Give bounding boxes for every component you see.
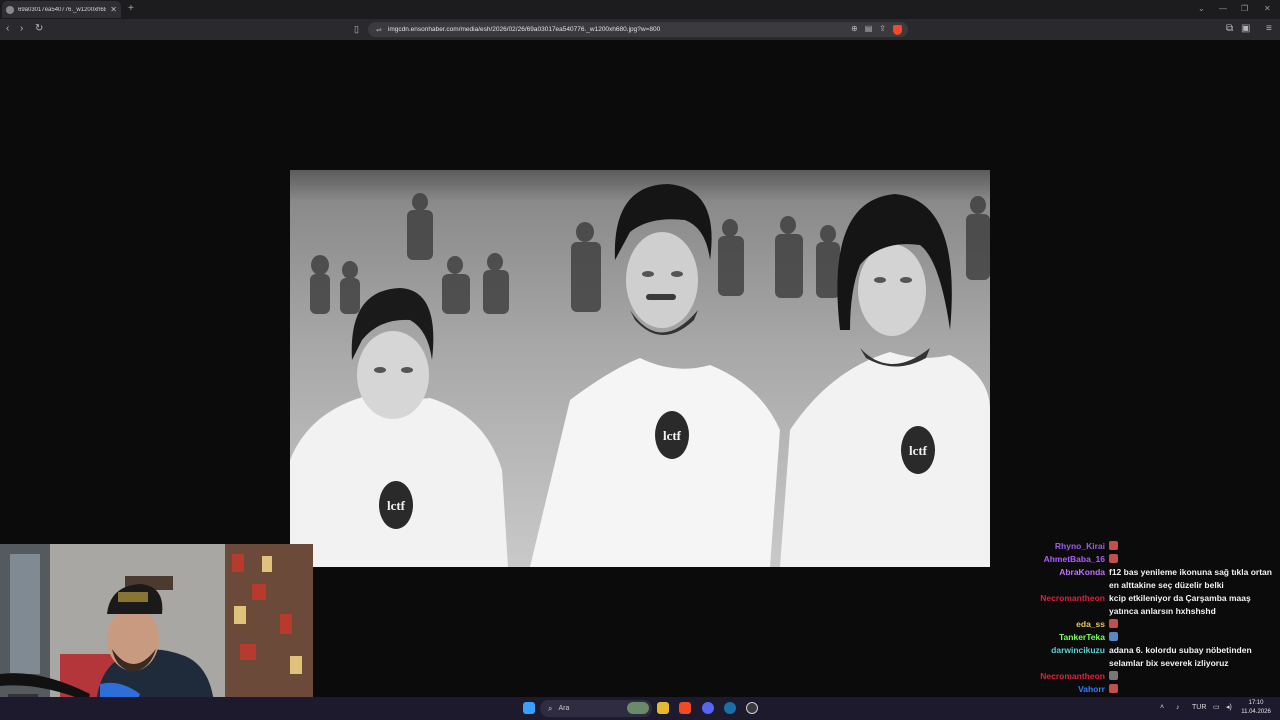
chat-message-body xyxy=(1109,553,1274,566)
chat-message: darwincikuzu adana 6. kolordu subay nöbet… xyxy=(1000,644,1280,670)
browser-toolbar: ‹ › ↻ ▯ ⇌ imgcdn.ensonhaber.com/media/es… xyxy=(0,19,1280,40)
tab-search-chevron-icon[interactable]: ⌄ xyxy=(1198,3,1205,15)
crest-text-right: lctf xyxy=(909,443,928,458)
address-bar-actions: ⊕ ▤ ⇪ xyxy=(851,24,902,35)
webcam-overlay xyxy=(0,544,313,720)
chat-message: Necromantheon xyxy=(1000,670,1280,683)
menu-icon[interactable]: ≡ xyxy=(1266,23,1272,35)
volume-icon[interactable]: ◂) xyxy=(1226,703,1232,712)
chat-emote-icon xyxy=(1109,554,1118,563)
clock-time: 17:10 xyxy=(1248,700,1264,706)
new-tab-icon[interactable]: + xyxy=(128,3,134,15)
clock[interactable]: 17:10 11.04.2026 xyxy=(1238,699,1274,717)
chat-message-body xyxy=(1109,618,1274,631)
search-highlight-icon[interactable] xyxy=(627,702,649,714)
crest-text-left: lctf xyxy=(387,498,406,513)
chat-emote-icon xyxy=(1109,684,1118,693)
extensions-icon[interactable]: ⧉ xyxy=(1226,23,1233,35)
chat-message: eda_ss xyxy=(1000,618,1280,631)
search-placeholder: Ara xyxy=(558,705,570,712)
chat-message-body: f12 bas yenileme ikonuna sağ tıkla ortan… xyxy=(1109,567,1272,590)
chat-message: Necromantheon kcip etkileniyor da Çarşamb… xyxy=(1000,592,1280,618)
crest-text-center: lctf xyxy=(663,428,682,443)
chat-message-body xyxy=(1109,683,1274,696)
chat-message: Vahorr xyxy=(1000,683,1280,696)
tab-close-icon[interactable]: ✕ xyxy=(110,5,117,14)
chat-emote-icon xyxy=(1109,671,1118,680)
discord-icon[interactable] xyxy=(702,702,714,714)
photo-illustration: lctf lctf lctf xyxy=(290,170,990,567)
sidebar-icon[interactable]: ▣ xyxy=(1241,23,1250,35)
chat-message: TankerTeka xyxy=(1000,631,1280,644)
windows-taskbar: ⌕ Ara ˄ ♪ TUR ▭ ◂) 17:10 11.04.2026 xyxy=(0,697,1280,720)
microphone-icon[interactable]: ♪ xyxy=(1176,703,1180,712)
language-indicator[interactable]: TUR xyxy=(1192,703,1206,712)
back-icon[interactable]: ‹ xyxy=(6,23,9,35)
forward-icon[interactable]: › xyxy=(20,23,23,35)
chat-message-body xyxy=(1109,670,1274,683)
chat-message-body xyxy=(1109,540,1274,553)
bookmark-icon[interactable]: ▯ xyxy=(354,23,359,35)
chat-username[interactable]: Necromantheon xyxy=(1000,670,1105,683)
minimize-icon[interactable]: — xyxy=(1219,3,1227,15)
displayed-photo[interactable]: lctf lctf lctf xyxy=(290,170,990,567)
chat-username[interactable]: Rhyno_Kirai xyxy=(1000,540,1105,553)
close-window-icon[interactable]: ✕ xyxy=(1264,3,1271,15)
chat-message: AhmetBaba_16 xyxy=(1000,553,1280,566)
network-icon[interactable]: ▭ xyxy=(1213,703,1220,712)
reader-icon[interactable]: ▤ xyxy=(865,24,873,35)
tray-chevron-icon[interactable]: ˄ xyxy=(1160,703,1164,712)
chat-username[interactable]: darwincikuzu xyxy=(1000,644,1105,670)
webcam-illustration xyxy=(0,544,313,720)
search-icon: ⌕ xyxy=(548,703,553,713)
tab-title: 69a03017ea540776._w1200xh680 xyxy=(18,6,107,13)
screen: 69a03017ea540776._w1200xh680 ✕ + ⌄ — ❐ ✕… xyxy=(0,0,1280,720)
tab-strip: 69a03017ea540776._w1200xh680 ✕ + ⌄ — ❐ ✕ xyxy=(0,0,1280,19)
zoom-icon[interactable]: ⊕ xyxy=(851,24,858,35)
chat-message-body xyxy=(1109,631,1274,644)
obs-icon[interactable] xyxy=(746,702,758,714)
chat-username[interactable]: eda_ss xyxy=(1000,618,1105,631)
chat-message: Rhyno_Kirai xyxy=(1000,540,1280,553)
browser-tab[interactable]: 69a03017ea540776._w1200xh680 ✕ xyxy=(2,1,121,18)
windows-start-icon[interactable] xyxy=(523,702,535,714)
clock-date: 11.04.2026 xyxy=(1241,709,1271,715)
chat-username[interactable]: AhmetBaba_16 xyxy=(1000,553,1105,566)
file-explorer-icon[interactable] xyxy=(657,702,669,714)
tab-favicon-icon xyxy=(6,5,14,14)
chat-username[interactable]: Necromantheon xyxy=(1000,592,1105,618)
chat-username[interactable]: Vahorr xyxy=(1000,683,1105,696)
chat-message-body: kcip etkileniyor da Çarşamba maaş yatınc… xyxy=(1109,593,1251,616)
chat-emote-icon xyxy=(1109,541,1118,550)
chat-username[interactable]: AbraKonda xyxy=(1000,566,1105,592)
steam-icon[interactable] xyxy=(724,702,736,714)
brave-shield-icon[interactable] xyxy=(893,25,902,35)
share-icon[interactable]: ⇪ xyxy=(879,24,886,35)
chat-emote-icon xyxy=(1109,619,1118,628)
reload-icon[interactable]: ↻ xyxy=(35,23,43,35)
address-bar[interactable]: ⇌ imgcdn.ensonhaber.com/media/esh/2026/0… xyxy=(368,22,908,37)
site-info-icon[interactable]: ⇌ xyxy=(376,26,382,34)
chat-message-body: adana 6. kolordu subay nöbetinden selaml… xyxy=(1109,645,1252,668)
restore-icon[interactable]: ❐ xyxy=(1241,3,1248,15)
chat-username[interactable]: TankerTeka xyxy=(1000,631,1105,644)
chat-message: AbraKonda f12 bas yenileme ikonuna sağ tı… xyxy=(1000,566,1280,592)
chat-emote-icon xyxy=(1109,632,1118,641)
brave-icon[interactable] xyxy=(679,702,691,714)
url-text[interactable]: imgcdn.ensonhaber.com/media/esh/2026/02/… xyxy=(388,26,660,33)
stream-chat: Rhyno_Kirai AhmetBaba_16 AbraKonda f12 bas … xyxy=(1000,540,1280,716)
